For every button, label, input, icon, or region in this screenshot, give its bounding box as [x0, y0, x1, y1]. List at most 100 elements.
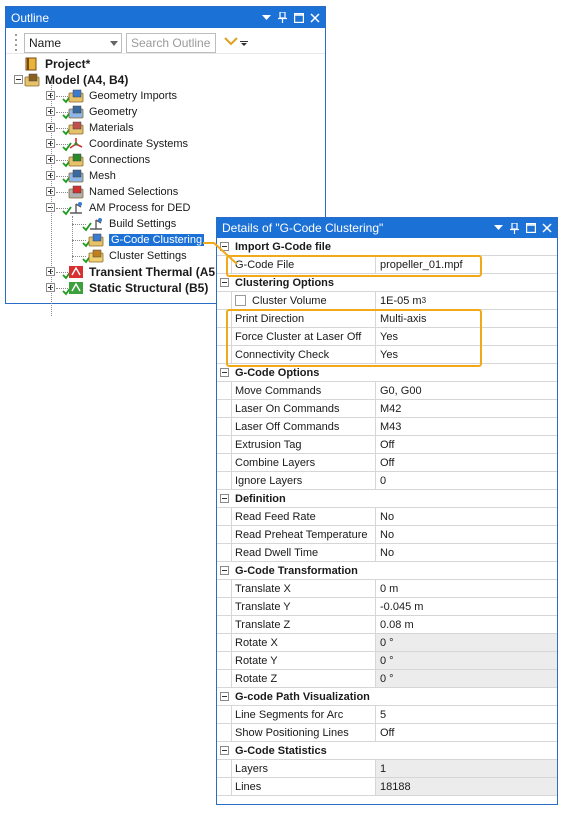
parameter-checkbox[interactable]: [235, 295, 246, 306]
property-row[interactable]: Read Feed Rate No: [217, 508, 557, 526]
property-row[interactable]: Extrusion Tag Off: [217, 436, 557, 454]
property-row[interactable]: Move Commands G0, G00: [217, 382, 557, 400]
search-options-chevron-icon[interactable]: [224, 36, 238, 49]
collapse-icon[interactable]: [220, 746, 229, 755]
property-row[interactable]: Read Preheat Temperature No: [217, 526, 557, 544]
close-icon[interactable]: [541, 223, 552, 234]
category-header[interactable]: Import G-Code file: [217, 238, 557, 256]
property-value[interactable]: -0.045 m: [376, 598, 557, 615]
property-row[interactable]: Rotate X 0 °: [217, 634, 557, 652]
collapse-icon[interactable]: [220, 566, 229, 575]
collapse-icon[interactable]: [14, 75, 23, 84]
tree-item[interactable]: Geometry Imports: [12, 88, 325, 104]
property-key-label: Force Cluster at Laser Off: [235, 330, 362, 343]
property-row[interactable]: Laser Off Commands M43: [217, 418, 557, 436]
tree-item[interactable]: Connections: [12, 152, 325, 168]
property-value[interactable]: M42: [376, 400, 557, 417]
property-row[interactable]: Layers 1: [217, 760, 557, 778]
toolbar-overflow-icon[interactable]: [240, 36, 248, 49]
property-key: Rotate Y: [231, 652, 376, 669]
category-header[interactable]: G-code Path Visualization: [217, 688, 557, 706]
property-value[interactable]: 0: [376, 472, 557, 489]
property-value-text: Off: [380, 456, 395, 469]
tree-item[interactable]: Model (A4, B4): [12, 72, 325, 88]
category-header[interactable]: G-Code Transformation: [217, 562, 557, 580]
collapse-icon[interactable]: [220, 494, 229, 503]
property-value[interactable]: No: [376, 526, 557, 543]
property-row[interactable]: Connectivity Check Yes: [217, 346, 557, 364]
property-key-label: Connectivity Check: [235, 348, 330, 361]
property-row[interactable]: Line Segments for Arc 5: [217, 706, 557, 724]
property-value[interactable]: 0.08 m: [376, 616, 557, 633]
property-row[interactable]: Ignore Layers 0: [217, 472, 557, 490]
property-row[interactable]: Read Dwell Time No: [217, 544, 557, 562]
geometry-imports-icon: [68, 89, 84, 103]
details-panel: Details of "G-Code Clustering" Import G-…: [216, 217, 558, 805]
property-row[interactable]: Cluster Volume 1E-05 m3: [217, 292, 557, 310]
property-value[interactable]: G0, G00: [376, 382, 557, 399]
maximize-icon[interactable]: [525, 223, 536, 234]
property-value[interactable]: Off: [376, 436, 557, 453]
property-value[interactable]: No: [376, 508, 557, 525]
property-row[interactable]: G-Code File propeller_01.mpf: [217, 256, 557, 274]
property-row[interactable]: Lines 18188: [217, 778, 557, 796]
property-value[interactable]: 5: [376, 706, 557, 723]
property-row[interactable]: Laser On Commands M42: [217, 400, 557, 418]
property-row[interactable]: Rotate Z 0 °: [217, 670, 557, 688]
property-row[interactable]: Translate Z 0.08 m: [217, 616, 557, 634]
property-value[interactable]: propeller_01.mpf: [376, 256, 557, 273]
pin-icon[interactable]: [277, 12, 288, 23]
property-value[interactable]: M43: [376, 418, 557, 435]
property-value[interactable]: Yes: [376, 346, 557, 363]
pin-icon[interactable]: [509, 222, 520, 234]
search-input[interactable]: Search Outline: [126, 32, 216, 53]
category-header[interactable]: Definition: [217, 490, 557, 508]
tree-item[interactable]: Coordinate Systems: [12, 136, 325, 152]
category-header[interactable]: G-Code Options: [217, 364, 557, 382]
property-value-text: 0 °: [380, 654, 394, 667]
property-row[interactable]: Translate Y -0.045 m: [217, 598, 557, 616]
property-value[interactable]: Multi-axis: [376, 310, 557, 327]
property-value-text: 0: [380, 474, 387, 487]
close-icon[interactable]: [309, 12, 320, 23]
category-header[interactable]: G-Code Statistics: [217, 742, 557, 760]
collapse-icon[interactable]: [220, 278, 229, 287]
collapse-icon[interactable]: [220, 692, 229, 701]
tree-item[interactable]: Mesh: [12, 168, 325, 184]
tree-item[interactable]: Project*: [12, 56, 325, 72]
property-key: Line Segments for Arc: [231, 706, 376, 723]
tree-item[interactable]: Materials: [12, 120, 325, 136]
toolbar-grip-icon[interactable]: [12, 33, 20, 53]
property-key: Read Feed Rate: [231, 508, 376, 525]
tree-item-label: Model (A4, B4): [45, 73, 129, 87]
collapse-icon[interactable]: [220, 242, 229, 251]
property-row[interactable]: Rotate Y 0 °: [217, 652, 557, 670]
property-key-label: Rotate Z: [235, 672, 278, 685]
dropdown-icon[interactable]: [493, 223, 504, 234]
gcode-clustering-icon: [88, 233, 104, 247]
cluster-settings-icon: [88, 249, 104, 263]
property-value[interactable]: 1E-05 m3: [376, 292, 557, 309]
property-row[interactable]: Print Direction Multi-axis: [217, 310, 557, 328]
collapse-icon[interactable]: [220, 368, 229, 377]
property-key: Laser On Commands: [231, 400, 376, 417]
property-value[interactable]: No: [376, 544, 557, 561]
details-title: Details of "G-Code Clustering": [222, 221, 384, 235]
tree-item[interactable]: Geometry: [12, 104, 325, 120]
property-value[interactable]: Yes: [376, 328, 557, 345]
maximize-icon[interactable]: [293, 12, 304, 23]
tree-item[interactable]: AM Process for DED: [12, 200, 325, 216]
tree-item[interactable]: Named Selections: [12, 184, 325, 200]
property-row[interactable]: Show Positioning Lines Off: [217, 724, 557, 742]
dropdown-icon[interactable]: [261, 12, 272, 23]
property-value[interactable]: 0 m: [376, 580, 557, 597]
property-value[interactable]: Off: [376, 724, 557, 741]
sort-select[interactable]: Name: [24, 32, 122, 53]
property-value[interactable]: Off: [376, 454, 557, 471]
property-row[interactable]: Translate X 0 m: [217, 580, 557, 598]
tree-item-label: Build Settings: [109, 218, 177, 230]
property-key-label: Laser On Commands: [235, 402, 340, 415]
property-row[interactable]: Combine Layers Off: [217, 454, 557, 472]
category-header[interactable]: Clustering Options: [217, 274, 557, 292]
property-row[interactable]: Force Cluster at Laser Off Yes: [217, 328, 557, 346]
